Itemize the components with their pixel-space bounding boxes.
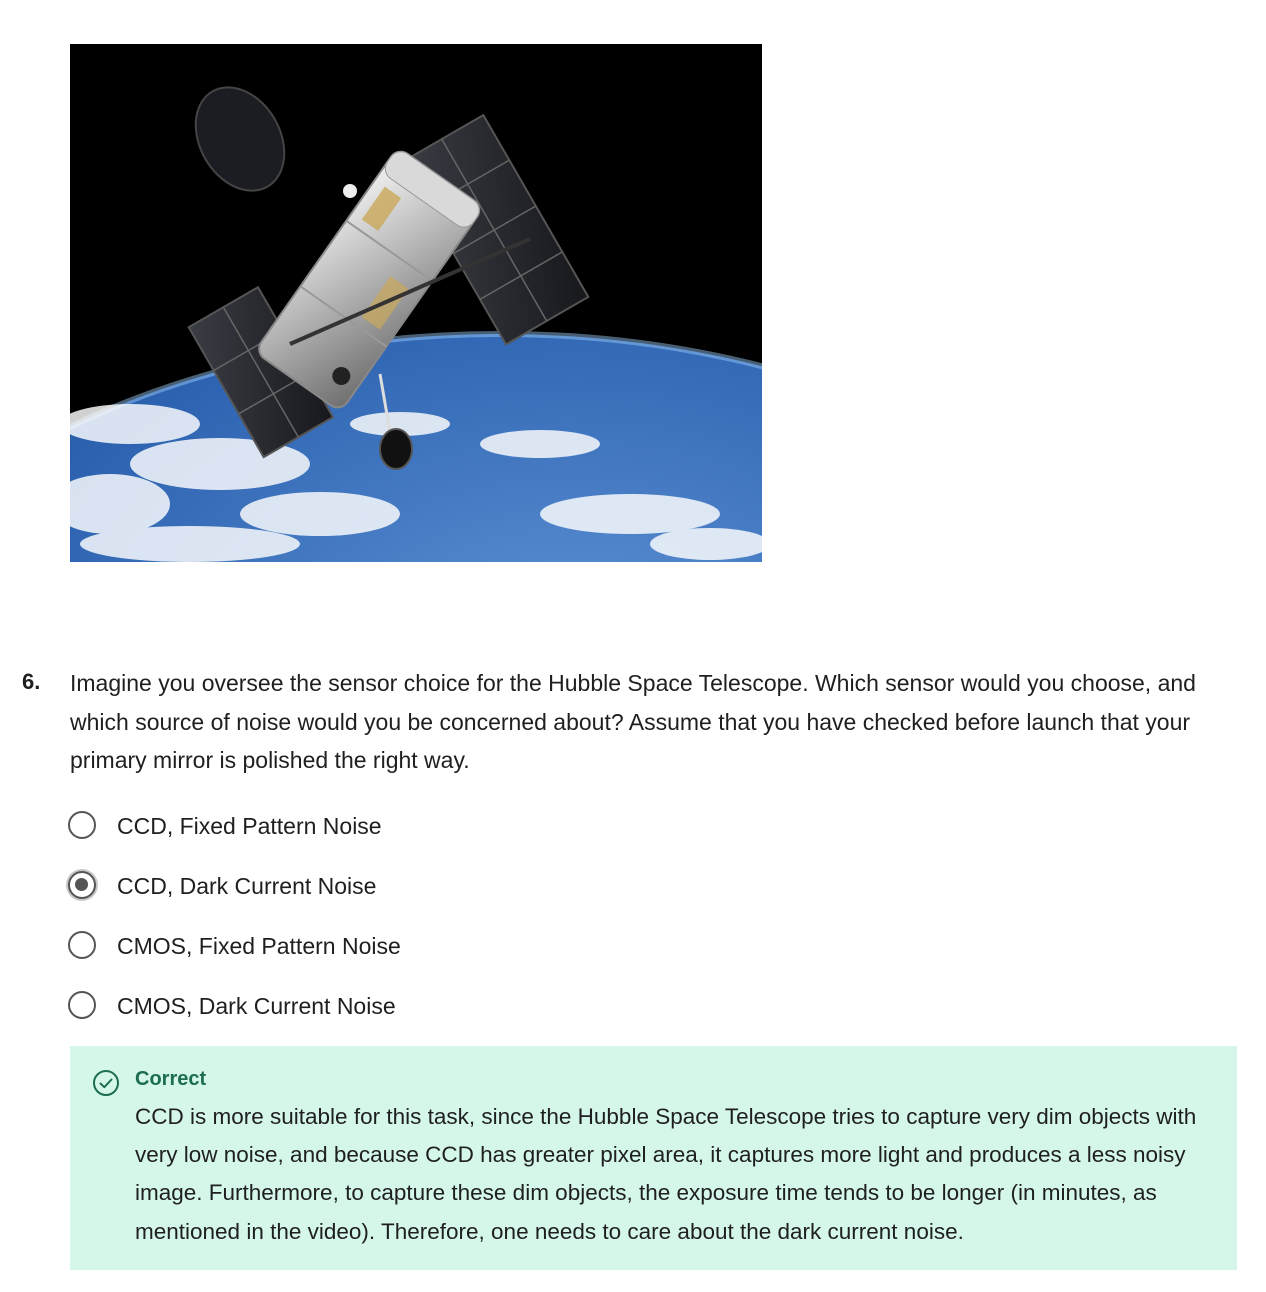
feedback-panel: Correct CCD is more suitable for this ta… bbox=[70, 1046, 1237, 1270]
feedback-status: Correct bbox=[135, 1068, 207, 1090]
radio-button-selected[interactable] bbox=[68, 871, 96, 899]
hubble-telescope-image bbox=[70, 44, 762, 562]
option-label: CCD, Fixed Pattern Noise bbox=[117, 813, 382, 839]
answer-options: CCD, Fixed Pattern Noise CCD, Dark Curre… bbox=[68, 808, 488, 1048]
radio-button[interactable] bbox=[68, 991, 96, 1019]
option-label: CCD, Dark Current Noise bbox=[117, 873, 377, 899]
feedback-explanation: CCD is more suitable for this task, sinc… bbox=[135, 1104, 1197, 1244]
option-label: CMOS, Dark Current Noise bbox=[117, 993, 396, 1019]
question-text: Imagine you oversee the sensor choice fo… bbox=[70, 670, 1196, 773]
check-circle-icon bbox=[93, 1070, 119, 1096]
hubble-illustration bbox=[70, 44, 762, 562]
radio-button[interactable] bbox=[68, 811, 96, 839]
option-cmos-dark-current-noise[interactable]: CMOS, Dark Current Noise bbox=[68, 988, 488, 1048]
question-number: 6. bbox=[22, 669, 41, 694]
radio-button[interactable] bbox=[68, 931, 96, 959]
option-cmos-fixed-pattern-noise[interactable]: CMOS, Fixed Pattern Noise bbox=[68, 928, 488, 988]
option-ccd-dark-current-noise[interactable]: CCD, Dark Current Noise bbox=[68, 868, 488, 928]
option-label: CMOS, Fixed Pattern Noise bbox=[117, 933, 401, 959]
option-ccd-fixed-pattern-noise[interactable]: CCD, Fixed Pattern Noise bbox=[68, 808, 488, 868]
